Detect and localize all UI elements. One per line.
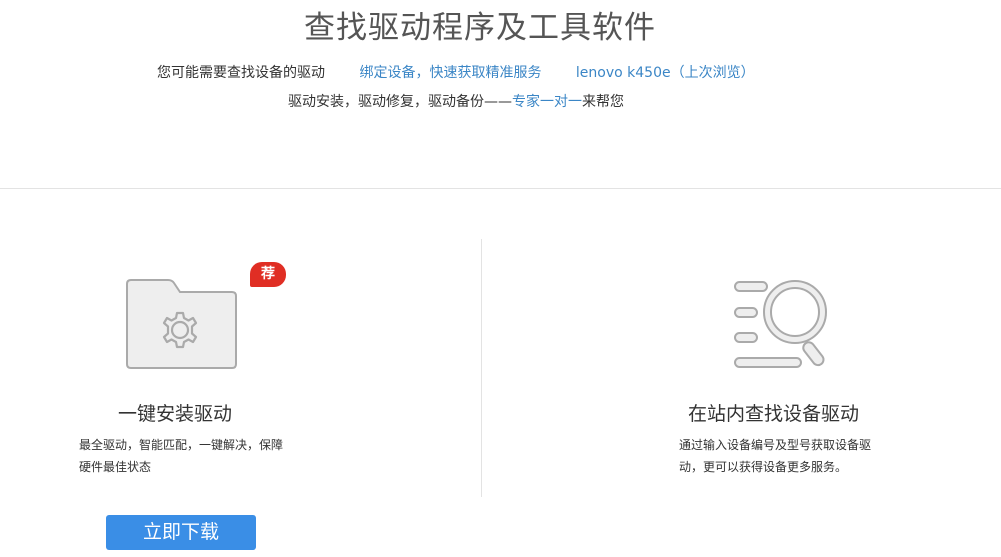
expert-link[interactable]: 专家一对一 — [512, 94, 582, 110]
subtitle-line: 您可能需要查找设备的驱动 绑定设备，快速获取精准服务 lenovo k450e（… — [157, 62, 755, 82]
horizontal-divider — [0, 188, 1001, 189]
page: 查找驱动程序及工具软件 您可能需要查找设备的驱动 绑定设备，快速获取精准服务 l… — [0, 0, 1001, 557]
vertical-divider — [481, 239, 482, 497]
one-click-install-description: 最全驱动，智能匹配，一键解决，保障硬件最佳状态 — [79, 438, 284, 474]
page-title: 查找驱动程序及工具软件 — [304, 10, 656, 46]
service-suffix: 来帮您 — [582, 94, 624, 110]
bind-device-link[interactable]: 绑定设备，快速获取精准服务 — [359, 65, 541, 81]
service-prefix: 驱动安装，驱动修复，驱动备份—— — [288, 94, 512, 110]
recommend-badge: 荐 — [250, 262, 286, 287]
service-line: 驱动安装，驱动修复，驱动备份——专家一对一来帮您 — [288, 91, 624, 111]
folder-gear-icon — [126, 279, 237, 369]
site-search-title: 在站内查找设备驱动 — [688, 403, 860, 425]
search-list-icon — [734, 280, 827, 368]
one-click-install-title: 一键安装驱动 — [118, 403, 233, 425]
subtitle-prefix: 您可能需要查找设备的驱动 — [157, 65, 325, 81]
download-now-button[interactable]: 立即下载 — [106, 515, 256, 550]
site-search-description: 通过输入设备编号及型号获取设备驱动，更可以获得设备更多服务。 — [679, 438, 872, 474]
recent-device-link[interactable]: lenovo k450e（上次浏览） — [576, 65, 755, 81]
